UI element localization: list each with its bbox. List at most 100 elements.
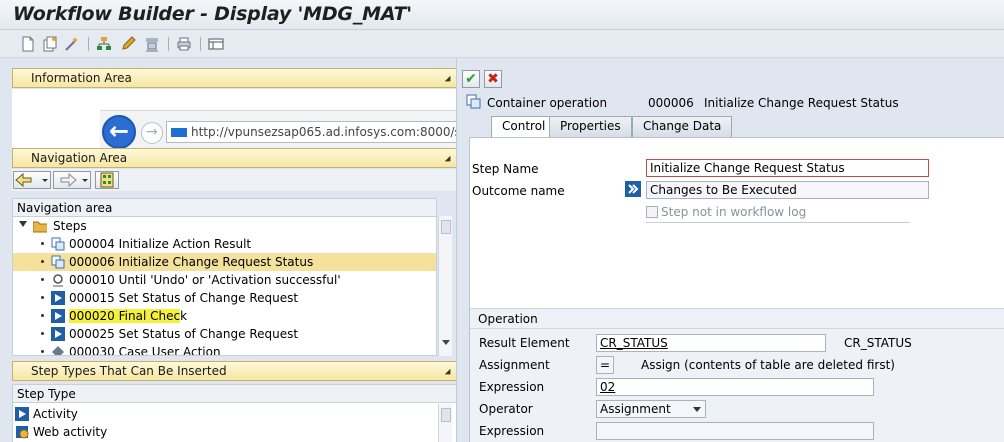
container-op-icon [51,237,65,251]
assignment-desc: Assign (contents of table are deleted fi… [641,358,895,372]
forward-arrow-icon[interactable] [141,122,163,144]
step-types-header[interactable]: Step Types That Can Be Inserted [12,361,458,381]
tree-item-label: 000010 Until 'Undo' or 'Activation succe… [69,273,341,287]
step-kind-label: Container operation [487,96,608,110]
hierarchy-icon[interactable] [96,36,112,52]
window-title: Workflow Builder - Display 'MDG_MAT' [13,3,412,25]
information-area-header[interactable]: Information Area [12,68,458,88]
operation-frame: Operation Result Element CR_STATUS CR_ST… [470,308,1004,442]
expand-corner-icon[interactable] [444,75,454,85]
activity-icon [51,327,65,341]
scroll-thumb[interactable] [441,220,451,234]
pencil-icon[interactable] [120,36,136,52]
cancel-x-icon[interactable]: ✖ [484,70,502,88]
step-type-label: Web activity [33,425,108,439]
accept-check-icon[interactable]: ✔ [462,70,480,88]
label-rest: k [180,309,188,323]
outcome-name-label: Outcome name [472,184,565,198]
step-type-item[interactable]: Activity [13,405,457,423]
activity-icon [51,309,65,323]
left-pane: Information Area http://vpunsezsap065.ad… [8,64,458,442]
tree-item-label: 000020 Final Check [69,309,187,323]
loop-icon [53,274,63,287]
scroll-thumb[interactable] [441,408,451,422]
wizard-icon[interactable] [64,36,80,52]
tree-scrollbar[interactable] [438,216,452,356]
url-field[interactable]: http://vpunsezsap065.ad.infosys.com:8000… [166,121,457,143]
navigation-toolbar [12,169,458,191]
operator-value: Assignment [600,402,671,416]
operation-header: Operation [470,309,1004,329]
tree-item-label: 000025 Set Status of Change Request [69,327,299,341]
tab-properties[interactable]: Properties [549,116,632,137]
tree-item[interactable]: 000004 Initialize Action Result [13,235,436,253]
expression-2-label: Expression [479,424,545,438]
tree-item-label: 000030 Case User Action [69,345,221,356]
tab-control[interactable]: Control [491,116,557,138]
activity-icon [15,407,29,421]
scroll-down-icon[interactable] [442,340,450,345]
assignment-field[interactable]: = [596,356,614,374]
tree-item[interactable]: 000015 Set Status of Change Request [13,289,436,307]
expression-field[interactable]: 02 [596,378,874,396]
step-name-label: Step Name [472,162,539,176]
tree-root-label: Steps [53,219,87,233]
new-icon[interactable] [20,36,36,52]
step-types-list: Step Type Activity Web activity [12,384,458,442]
collapse-triangle-icon[interactable] [19,221,27,227]
highlighted-text: 000020 Final Chec [69,309,181,323]
title-bar: Workflow Builder - Display 'MDG_MAT' [0,0,1004,30]
web-activity-icon [16,426,29,439]
fork-icon [52,346,64,355]
step-not-in-log-checkbox[interactable] [646,206,658,218]
sap-logo-icon [171,128,187,137]
step-type-column-header: Step Type [13,385,457,403]
container-op-icon [51,255,65,269]
application-toolbar [0,30,1004,58]
navigation-area-title: Navigation Area [31,151,128,165]
expression-2-field[interactable] [596,422,874,440]
back-nav-button[interactable] [13,171,51,189]
operator-dropdown[interactable]: Assignment [596,400,706,418]
step-name-field[interactable]: Initialize Change Request Status [646,159,929,177]
expression-label: Expression [479,380,545,394]
result-element-field[interactable]: CR_STATUS [596,334,826,352]
result-element-desc: CR_STATUS [844,336,912,350]
step-type-item[interactable]: Web activity [13,423,457,441]
layout-icon[interactable] [208,36,224,52]
value-help-icon[interactable] [625,181,641,197]
url-text: http://vpunsezsap065.ad.infosys.com:8000… [191,125,456,139]
folder-icon [33,221,47,233]
step-types-scrollbar[interactable] [438,404,452,442]
activity-icon [51,291,65,305]
tree-item-label: 000015 Set Status of Change Request [69,291,299,305]
tree-item[interactable]: 000010 Until 'Undo' or 'Activation succe… [13,271,436,289]
navigation-area-header[interactable]: Navigation Area [12,148,458,168]
tree-root-steps[interactable]: Steps [13,217,436,235]
step-types-title: Step Types That Can Be Inserted [31,364,227,378]
outcome-name-field[interactable]: Changes to Be Executed [646,181,929,199]
tree-layout-button[interactable] [95,171,119,189]
result-element-label: Result Element [479,336,570,350]
tree-item[interactable]: 000025 Set Status of Change Request [13,325,436,343]
print-icon[interactable] [176,36,192,52]
information-area: http://vpunsezsap065.ad.infosys.com:8000… [12,89,458,149]
step-number: 000006 [648,96,694,110]
tree-item[interactable]: 000030 Case User Action [13,343,436,356]
operator-label: Operator [479,402,533,416]
tree-item[interactable]: 000020 Final Check [13,307,436,325]
navigation-tree: Navigation area Steps 000004 Initialize … [12,198,437,356]
tree-item-selected[interactable]: 000006 Initialize Change Request Status [13,253,436,271]
back-arrow-icon[interactable] [102,115,136,149]
tab-change-data[interactable]: Change Data [632,116,733,137]
detail-pane: ✔ ✖ Container operation 000006 Initializ… [456,58,1004,442]
stamp-icon[interactable] [144,36,160,52]
embedded-browser-bar: http://vpunsezsap065.ad.infosys.com:8000… [100,110,457,149]
control-tab-panel: Step Name Initialize Change Request Stat… [469,137,1004,442]
forward-nav-button[interactable] [53,171,91,189]
copy-icon[interactable] [42,36,58,52]
operation-title: Operation [478,312,538,326]
expand-corner-icon[interactable] [444,155,454,165]
step-not-in-log-label: Step not in workflow log [661,205,807,219]
expand-corner-icon[interactable] [444,368,454,378]
